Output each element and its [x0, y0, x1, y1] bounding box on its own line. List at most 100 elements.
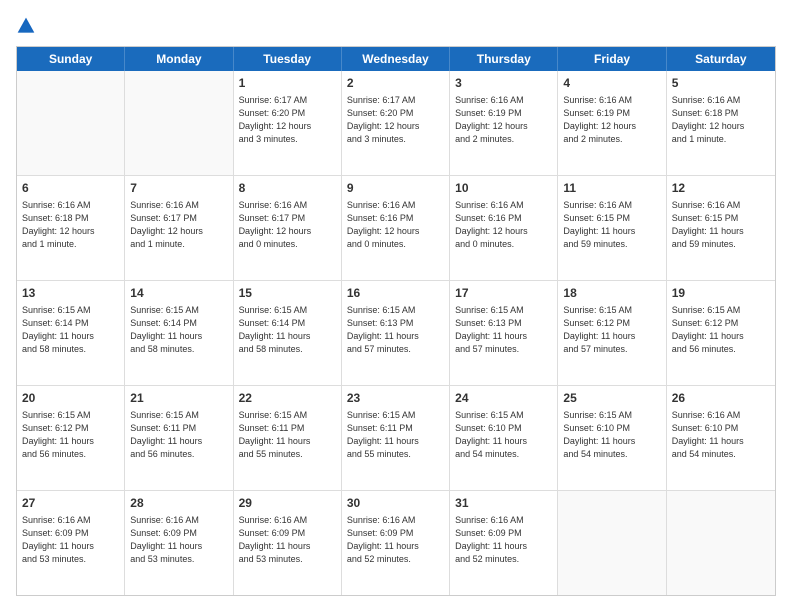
day-number: 20: [22, 390, 119, 407]
calendar-cell: 27 Sunrise: 6:16 AM Sunset: 6:09 PM Dayli…: [17, 491, 125, 595]
cell-info: Sunrise: 6:15 AM Sunset: 6:11 PM Dayligh…: [239, 409, 336, 461]
day-number: 24: [455, 390, 552, 407]
cell-info: Sunrise: 6:15 AM Sunset: 6:11 PM Dayligh…: [130, 409, 227, 461]
cell-info: Sunrise: 6:15 AM Sunset: 6:10 PM Dayligh…: [563, 409, 660, 461]
cell-info: Sunrise: 6:15 AM Sunset: 6:14 PM Dayligh…: [22, 304, 119, 356]
calendar-cell: 4Sunrise: 6:16 AM Sunset: 6:19 PM Daylig…: [558, 71, 666, 175]
cell-info: Sunrise: 6:16 AM Sunset: 6:19 PM Dayligh…: [455, 94, 552, 146]
calendar-cell: 3 Sunrise: 6:16 AM Sunset: 6:19 PM Daylig…: [450, 71, 558, 175]
day-number: 22: [239, 390, 336, 407]
calendar-cell: [558, 491, 666, 595]
cell-info: Sunrise: 6:15 AM Sunset: 6:11 PM Dayligh…: [347, 409, 444, 461]
calendar-cell: 24 Sunrise: 6:15 AM Sunset: 6:10 PM Dayli…: [450, 386, 558, 490]
cell-info: Sunrise: 6:16 AM Sunset: 6:15 PM Dayligh…: [672, 199, 770, 251]
day-number: 7: [130, 180, 227, 197]
day-number: 11: [563, 180, 660, 197]
weekday-header: Saturday: [667, 47, 775, 71]
logo: [16, 16, 38, 36]
calendar-cell: 17 Sunrise: 6:15 AM Sunset: 6:13 PM Dayli…: [450, 281, 558, 385]
day-number: 23: [347, 390, 444, 407]
day-number: 31: [455, 495, 552, 512]
calendar-row: 1 Sunrise: 6:17 AM Sunset: 6:20 PM Daylig…: [17, 71, 775, 176]
calendar-cell: 10 Sunrise: 6:16 AM Sunset: 6:16 PM Dayli…: [450, 176, 558, 280]
day-number: 3: [455, 75, 552, 92]
day-number: 14: [130, 285, 227, 302]
calendar-row: 27 Sunrise: 6:16 AM Sunset: 6:09 PM Dayli…: [17, 491, 775, 595]
cell-info: Sunrise: 6:16 AM Sunset: 6:09 PM Dayligh…: [239, 514, 336, 566]
calendar-cell: 11Sunrise: 6:16 AM Sunset: 6:15 PM Dayli…: [558, 176, 666, 280]
header: [16, 16, 776, 36]
calendar-cell: 19 Sunrise: 6:15 AM Sunset: 6:12 PM Dayli…: [667, 281, 775, 385]
day-number: 15: [239, 285, 336, 302]
cell-info: Sunrise: 6:16 AM Sunset: 6:16 PM Dayligh…: [455, 199, 552, 251]
weekday-header: Wednesday: [342, 47, 450, 71]
day-number: 8: [239, 180, 336, 197]
day-number: 25: [563, 390, 660, 407]
day-number: 17: [455, 285, 552, 302]
cell-info: Sunrise: 6:15 AM Sunset: 6:12 PM Dayligh…: [22, 409, 119, 461]
day-number: 28: [130, 495, 227, 512]
day-number: 13: [22, 285, 119, 302]
logo-icon: [16, 16, 36, 36]
day-number: 19: [672, 285, 770, 302]
day-number: 12: [672, 180, 770, 197]
calendar-cell: 16 Sunrise: 6:15 AM Sunset: 6:13 PM Dayli…: [342, 281, 450, 385]
day-number: 27: [22, 495, 119, 512]
cell-info: Sunrise: 6:16 AM Sunset: 6:10 PM Dayligh…: [672, 409, 770, 461]
calendar-cell: 21 Sunrise: 6:15 AM Sunset: 6:11 PM Dayli…: [125, 386, 233, 490]
cell-info: Sunrise: 6:17 AM Sunset: 6:20 PM Dayligh…: [347, 94, 444, 146]
cell-info: Sunrise: 6:16 AM Sunset: 6:09 PM Dayligh…: [22, 514, 119, 566]
cell-info: Sunrise: 6:16 AM Sunset: 6:09 PM Dayligh…: [130, 514, 227, 566]
day-number: 21: [130, 390, 227, 407]
day-number: 2: [347, 75, 444, 92]
calendar-row: 6 Sunrise: 6:16 AM Sunset: 6:18 PM Daylig…: [17, 176, 775, 281]
calendar-row: 13 Sunrise: 6:15 AM Sunset: 6:14 PM Dayli…: [17, 281, 775, 386]
calendar-cell: 5Sunrise: 6:16 AM Sunset: 6:18 PM Daylig…: [667, 71, 775, 175]
calendar-cell: 2 Sunrise: 6:17 AM Sunset: 6:20 PM Daylig…: [342, 71, 450, 175]
calendar-cell: [125, 71, 233, 175]
calendar-cell: 18Sunrise: 6:15 AM Sunset: 6:12 PM Dayli…: [558, 281, 666, 385]
calendar: SundayMondayTuesdayWednesdayThursdayFrid…: [16, 46, 776, 596]
calendar-cell: 15 Sunrise: 6:15 AM Sunset: 6:14 PM Dayli…: [234, 281, 342, 385]
cell-info: Sunrise: 6:15 AM Sunset: 6:13 PM Dayligh…: [347, 304, 444, 356]
calendar-cell: 20 Sunrise: 6:15 AM Sunset: 6:12 PM Dayli…: [17, 386, 125, 490]
day-number: 16: [347, 285, 444, 302]
cell-info: Sunrise: 6:16 AM Sunset: 6:18 PM Dayligh…: [22, 199, 119, 251]
day-number: 9: [347, 180, 444, 197]
calendar-cell: 26Sunrise: 6:16 AM Sunset: 6:10 PM Dayli…: [667, 386, 775, 490]
cell-info: Sunrise: 6:15 AM Sunset: 6:14 PM Dayligh…: [239, 304, 336, 356]
weekday-header: Monday: [125, 47, 233, 71]
calendar-cell: 9Sunrise: 6:16 AM Sunset: 6:16 PM Daylig…: [342, 176, 450, 280]
cell-info: Sunrise: 6:17 AM Sunset: 6:20 PM Dayligh…: [239, 94, 336, 146]
day-number: 10: [455, 180, 552, 197]
calendar-cell: 29Sunrise: 6:16 AM Sunset: 6:09 PM Dayli…: [234, 491, 342, 595]
calendar-body: 1 Sunrise: 6:17 AM Sunset: 6:20 PM Daylig…: [17, 71, 775, 595]
weekday-header: Friday: [558, 47, 666, 71]
calendar-cell: 23 Sunrise: 6:15 AM Sunset: 6:11 PM Dayli…: [342, 386, 450, 490]
cell-info: Sunrise: 6:15 AM Sunset: 6:12 PM Dayligh…: [672, 304, 770, 356]
day-number: 18: [563, 285, 660, 302]
day-number: 4: [563, 75, 660, 92]
day-number: 30: [347, 495, 444, 512]
weekday-header: Thursday: [450, 47, 558, 71]
day-number: 1: [239, 75, 336, 92]
cell-info: Sunrise: 6:15 AM Sunset: 6:14 PM Dayligh…: [130, 304, 227, 356]
cell-info: Sunrise: 6:16 AM Sunset: 6:17 PM Dayligh…: [130, 199, 227, 251]
cell-info: Sunrise: 6:16 AM Sunset: 6:09 PM Dayligh…: [455, 514, 552, 566]
calendar-cell: 28 Sunrise: 6:16 AM Sunset: 6:09 PM Dayli…: [125, 491, 233, 595]
calendar-cell: [17, 71, 125, 175]
calendar-cell: 14 Sunrise: 6:15 AM Sunset: 6:14 PM Dayli…: [125, 281, 233, 385]
calendar-cell: 6 Sunrise: 6:16 AM Sunset: 6:18 PM Daylig…: [17, 176, 125, 280]
calendar-cell: 8Sunrise: 6:16 AM Sunset: 6:17 PM Daylig…: [234, 176, 342, 280]
day-number: 6: [22, 180, 119, 197]
calendar-cell: 31 Sunrise: 6:16 AM Sunset: 6:09 PM Dayli…: [450, 491, 558, 595]
cell-info: Sunrise: 6:15 AM Sunset: 6:13 PM Dayligh…: [455, 304, 552, 356]
calendar-cell: 22 Sunrise: 6:15 AM Sunset: 6:11 PM Dayli…: [234, 386, 342, 490]
cell-info: Sunrise: 6:16 AM Sunset: 6:18 PM Dayligh…: [672, 94, 770, 146]
calendar-cell: 13 Sunrise: 6:15 AM Sunset: 6:14 PM Dayli…: [17, 281, 125, 385]
calendar-cell: 7 Sunrise: 6:16 AM Sunset: 6:17 PM Daylig…: [125, 176, 233, 280]
cell-info: Sunrise: 6:16 AM Sunset: 6:09 PM Dayligh…: [347, 514, 444, 566]
calendar-cell: 25 Sunrise: 6:15 AM Sunset: 6:10 PM Dayli…: [558, 386, 666, 490]
cell-info: Sunrise: 6:15 AM Sunset: 6:10 PM Dayligh…: [455, 409, 552, 461]
calendar-cell: 12 Sunrise: 6:16 AM Sunset: 6:15 PM Dayli…: [667, 176, 775, 280]
